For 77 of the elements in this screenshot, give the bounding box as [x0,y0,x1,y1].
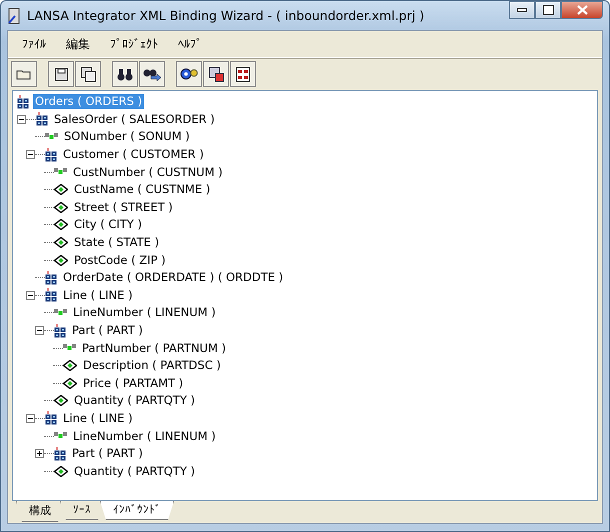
tree-item[interactable]: Street ( STREET ) [72,200,175,215]
toolbar-button[interactable] [75,61,101,87]
tree-item[interactable]: Customer ( CUSTOMER ) [61,147,206,162]
element-icon [45,411,57,426]
toolbar-button[interactable] [11,61,37,87]
toolbar-button[interactable] [112,61,138,87]
tree-item[interactable]: Quantity ( PARTQTY ) [72,464,197,479]
tree-item[interactable]: Line ( LINE ) [61,288,135,303]
toolbar-button[interactable] [48,61,74,87]
element-icon [54,446,66,461]
toolbar-button[interactable] [139,61,165,87]
tree-item[interactable]: CustNumber ( CUSTNUM ) [71,164,225,180]
tree-item[interactable]: CustName ( CUSTNME ) [72,182,212,198]
tree-item[interactable]: PostCode ( ZIP ) [72,252,168,268]
diamond-icon [54,254,68,266]
element-icon [17,94,29,109]
tree-item[interactable]: SalesOrder ( SALESORDER ) [52,112,217,127]
element-icon [54,324,66,338]
attribute-icon [54,432,67,440]
toolbar-button[interactable] [176,61,202,87]
window-title: LANSA Integrator XML Binding Wizard - ( inboundorder.xml.prj ) [27,8,424,23]
diamond-icon [54,466,68,477]
collapse-icon[interactable] [26,150,35,160]
diamond-icon [63,378,77,389]
attribute-icon [54,168,67,176]
tree-item[interactable]: City ( CITY ) [72,217,144,232]
binoculars-arrow-icon [143,67,161,81]
minimize-button[interactable] [509,1,535,19]
tree-item[interactable]: OrderDate ( ORDERDATE ) ( ORDDTE ) [61,270,286,286]
menu-item[interactable]: ﾌｧｲﾙ [14,35,54,53]
toolbar-button[interactable] [203,61,229,87]
close-button[interactable] [561,1,603,19]
element-icon [36,112,48,126]
windows-icon [208,66,224,82]
floppy-disks-icon [80,66,96,82]
binoculars-icon [117,68,133,80]
tree-item[interactable]: Price ( PARTAMT ) [81,376,186,391]
attribute-icon [63,344,76,352]
folder-icon [16,68,32,80]
element-icon [45,288,57,302]
element-icon [45,270,57,285]
tree-item[interactable]: LineNumber ( LINENUM ) [71,305,218,320]
tree-item[interactable]: Part ( PART ) [70,323,145,338]
maximize-button[interactable] [535,1,561,19]
diamond-icon [54,219,68,230]
tree-item[interactable]: LineNumber ( LINENUM ) [71,428,218,444]
tree-item[interactable]: Quantity ( PARTQTY ) [72,393,197,408]
tree-item[interactable]: Part ( PART ) [70,446,145,462]
diamond-icon [54,237,68,248]
collapse-icon[interactable] [17,114,26,124]
app-icon [7,8,21,24]
grid-icon [236,66,250,82]
expand-icon[interactable] [35,449,44,458]
toolbar-button[interactable] [230,61,256,87]
attribute-icon [54,308,67,317]
minimize-icon [517,8,527,12]
gears-icon [180,68,198,80]
tab[interactable]: ｲﾝﾊﾞｳﾝﾄﾞ [100,501,174,520]
menu-item[interactable]: ﾍﾙﾌﾟ [170,35,210,53]
tree-item[interactable]: State ( STATE ) [72,235,162,250]
menu-item[interactable]: ﾌﾟﾛｼﾞｪｸﾄ [102,35,166,53]
collapse-icon[interactable] [26,290,35,300]
menu-item[interactable]: 編集 [58,34,98,54]
collapse-icon[interactable] [26,414,35,423]
tree-item[interactable]: PartNumber ( PARTNUM ) [80,340,228,356]
diamond-icon [54,395,68,406]
collapse-icon[interactable] [35,326,44,336]
attribute-icon [45,132,58,141]
tree-item[interactable]: Line ( LINE ) [61,410,135,426]
element-icon [45,148,57,162]
tree-item[interactable]: Description ( PARTDSC ) [81,358,223,374]
maximize-icon [542,5,554,15]
tree-item[interactable]: SONumber ( SONUM ) [62,129,192,144]
close-icon [576,5,588,15]
diamond-icon [54,184,68,196]
diamond-icon [63,360,77,372]
diamond-icon [54,202,68,213]
